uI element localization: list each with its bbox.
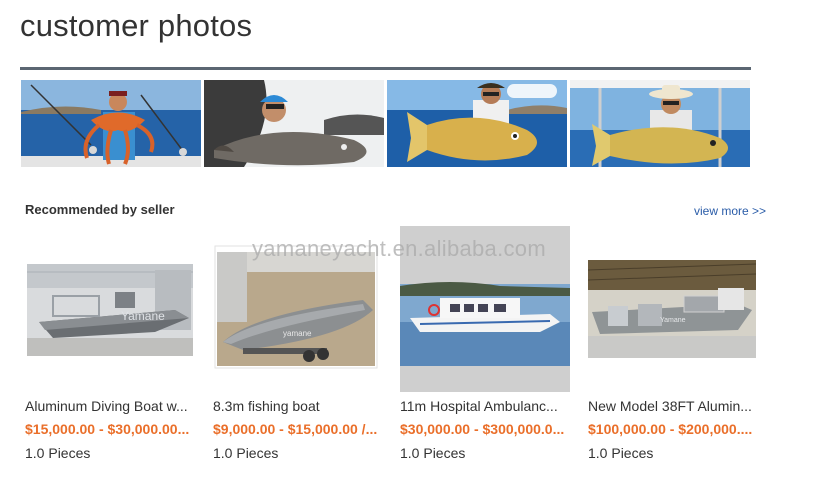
product-quantity: 1.0 Pieces	[400, 445, 466, 461]
recommended-title: Recommended by seller	[25, 202, 175, 217]
customer-photo-4[interactable]	[570, 80, 750, 167]
product-quantity: 1.0 Pieces	[213, 445, 279, 461]
fisherman-with-golden-fish-photo	[387, 80, 567, 167]
product-price: $100,000.00 - $200,000....	[588, 421, 753, 437]
boat-hull-label: yamane	[283, 329, 312, 338]
product-quantity: 1.0 Pieces	[25, 445, 91, 461]
product-name[interactable]: Aluminum Diving Boat w...	[25, 398, 197, 414]
product-image[interactable]: Yamane	[25, 226, 205, 396]
product-quantity: 1.0 Pieces	[588, 445, 654, 461]
customer-photos-strip	[21, 80, 750, 167]
product-name[interactable]: 8.3m fishing boat	[213, 398, 385, 414]
product-name[interactable]: New Model 38FT Alumin...	[588, 398, 760, 414]
boat-hull-label: Yamane	[660, 317, 686, 324]
aluminum-diving-boat-image: Yamane	[27, 264, 193, 356]
view-more-link[interactable]: view more >>	[694, 204, 766, 218]
product-price: $30,000.00 - $300,000.0...	[400, 421, 565, 437]
title-divider	[20, 67, 751, 70]
page-title: customer photos	[20, 8, 253, 43]
product-name[interactable]: 11m Hospital Ambulanc...	[400, 398, 572, 414]
customer-photo-3[interactable]	[387, 80, 567, 167]
product-image[interactable]: Yamane	[587, 226, 768, 396]
aluminum-boat-38ft-image: Yamane	[587, 260, 757, 358]
fisherman-with-octopus-photo	[21, 80, 201, 167]
fisherman-on-boat-with-fish-photo	[570, 80, 750, 167]
customer-photo-2[interactable]	[204, 80, 384, 167]
boat-hull-label: Yamane	[121, 309, 165, 323]
customer-photo-1[interactable]	[21, 80, 201, 167]
product-price: $15,000.00 - $30,000.00...	[25, 421, 190, 437]
product-card[interactable]: Yamane New Model 38FT Alumin... $100,000…	[587, 226, 768, 461]
product-card[interactable]: Yamane Aluminum Diving Boat w... $15,000…	[25, 226, 205, 461]
fisherman-with-large-fish-photo	[204, 80, 384, 167]
product-price: $9,000.00 - $15,000.00 /...	[213, 421, 378, 437]
watermark-text: yamaneyacht.en.alibaba.com	[252, 236, 546, 261]
